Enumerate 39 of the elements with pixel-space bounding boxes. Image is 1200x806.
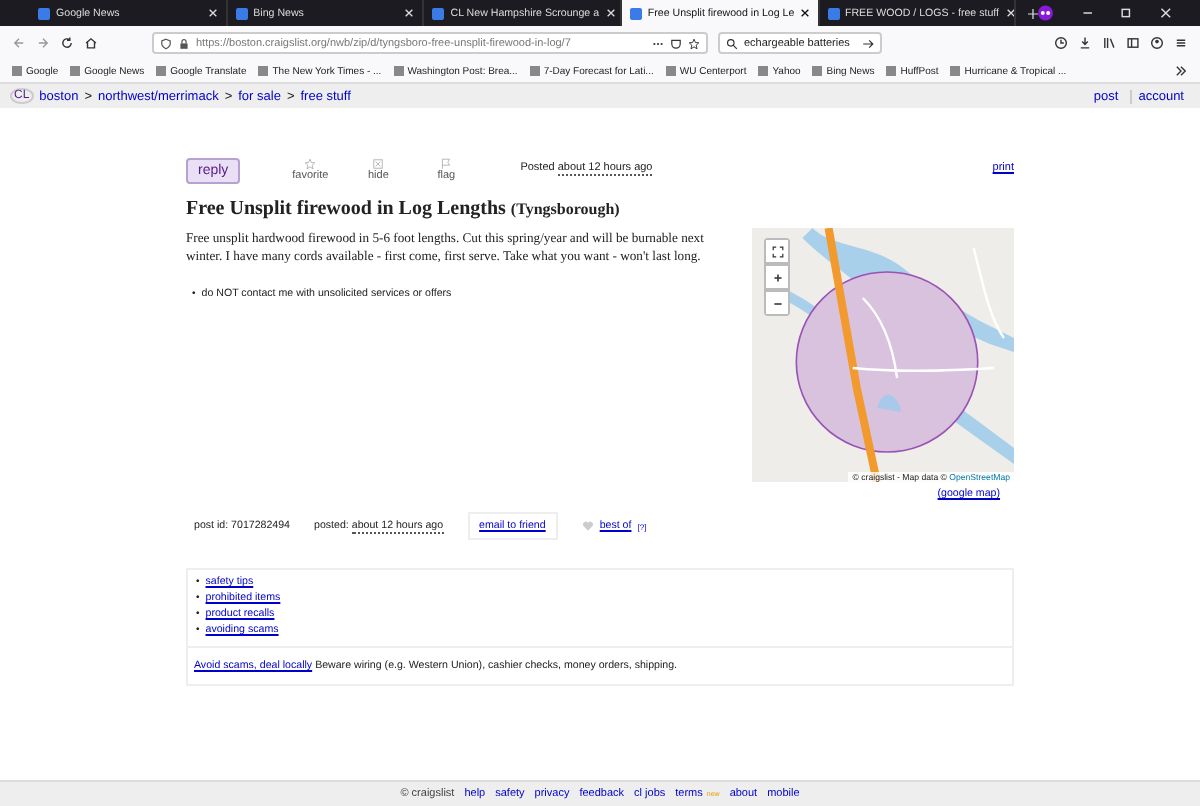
favicon-icon: [432, 7, 445, 19]
download-icon[interactable]: [1078, 36, 1092, 50]
lock-icon: [178, 37, 190, 49]
flag-icon: [440, 158, 453, 170]
favicon-icon: [235, 7, 248, 19]
forward-icon[interactable]: [36, 36, 50, 50]
new-tab-icon[interactable]: [1028, 7, 1039, 19]
library-icon[interactable]: [1102, 36, 1116, 50]
favicon-icon: [38, 7, 50, 19]
home-icon[interactable]: [84, 36, 98, 50]
back-icon[interactable]: [12, 36, 26, 50]
sidebar-icon[interactable]: [1126, 36, 1140, 50]
heart-icon: [581, 520, 594, 532]
arrow-icon[interactable]: [862, 37, 874, 49]
account-icon[interactable]: [1150, 36, 1164, 50]
minimize-icon[interactable]: [1081, 6, 1093, 20]
fullscreen-button[interactable]: [766, 240, 788, 262]
plus-icon: [771, 271, 783, 283]
maximize-icon[interactable]: [1120, 6, 1133, 20]
menu-icon[interactable]: [1174, 36, 1188, 50]
favicon-icon: [629, 7, 642, 19]
zoom-in-button[interactable]: [766, 266, 788, 288]
post-title: Free Unsplit firewood in Log Lengths: [186, 198, 506, 220]
search-icon: [726, 37, 738, 49]
pocket-icon[interactable]: [670, 37, 682, 49]
shield-icon: [160, 37, 172, 49]
close-icon[interactable]: [800, 8, 811, 18]
hide-icon: [372, 158, 385, 170]
minus-icon: [771, 297, 783, 309]
star-icon: [304, 158, 317, 170]
zoom-out-button[interactable]: [766, 292, 788, 314]
reload-icon[interactable]: [60, 36, 74, 50]
chevron-icon[interactable]: [1174, 64, 1188, 78]
fullscreen-icon: [771, 245, 783, 257]
clock-icon[interactable]: [1054, 36, 1068, 50]
location-label: (Tyngsborough): [510, 200, 620, 218]
favicon-icon: [827, 7, 839, 19]
star-icon[interactable]: [688, 37, 700, 49]
mask-icon[interactable]: [1038, 4, 1054, 22]
